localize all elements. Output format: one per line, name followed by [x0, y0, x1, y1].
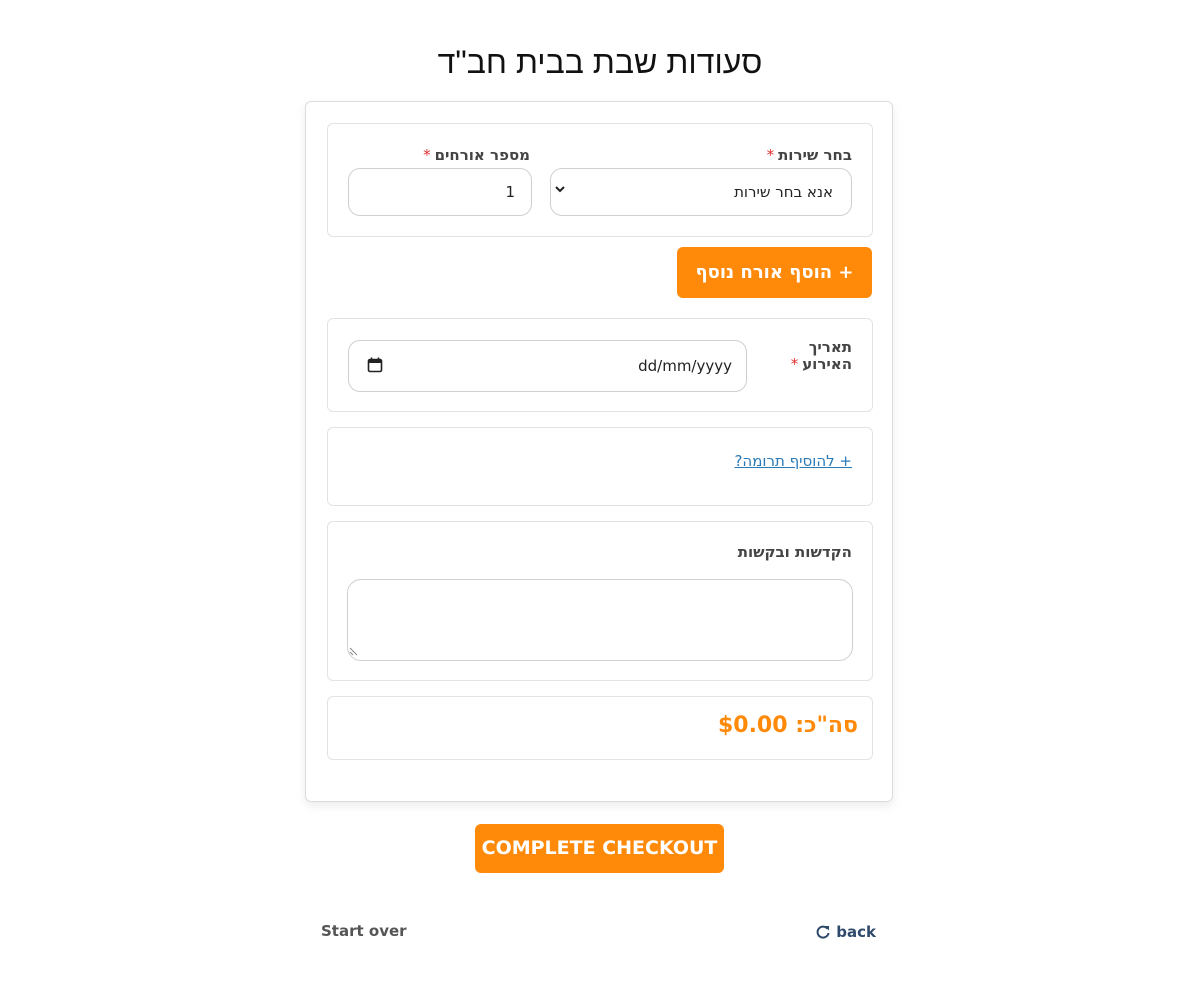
- back-link[interactable]: back: [815, 923, 876, 944]
- event-date-input[interactable]: dd/mm/yyyy: [348, 340, 747, 392]
- redo-arrow-icon: [815, 924, 831, 944]
- required-mark: *: [766, 146, 775, 164]
- page-title: סעודות שבת בבית חב"ד: [437, 44, 763, 80]
- start-over-link[interactable]: Start over: [321, 922, 407, 940]
- service-guests-section: בחר שירות* אנא בחר שירות מספר אורחים* 1: [327, 123, 873, 237]
- back-label: back: [836, 923, 876, 941]
- event-date-section: תאריך האירוע* dd/mm/yyyy: [327, 318, 873, 412]
- guests-count-input[interactable]: 1: [348, 168, 532, 216]
- guests-label: מספר אורחים*: [423, 146, 530, 164]
- complete-checkout-button[interactable]: COMPLETE CHECKOUT: [475, 824, 724, 873]
- dedications-textarea[interactable]: [347, 579, 853, 661]
- dedications-label: הקדשות ובקשות: [737, 543, 852, 561]
- checkout-form-card: בחר שירות* אנא בחר שירות מספר אורחים* 1 …: [305, 101, 893, 802]
- add-donation-link[interactable]: + להוסיף תרומה?: [734, 452, 852, 470]
- total-section: סה"כ: $0.00: [327, 696, 873, 760]
- chevron-down-icon: [555, 183, 565, 197]
- resize-handle-icon[interactable]: [349, 642, 359, 660]
- required-mark: *: [790, 355, 799, 373]
- total-amount: סה"כ: $0.00: [717, 713, 858, 738]
- dedications-section: הקדשות ובקשות: [327, 521, 873, 681]
- service-label: בחר שירות*: [766, 146, 852, 164]
- add-guest-button[interactable]: + הוסף אורח נוסף: [677, 247, 872, 298]
- donation-section: + להוסיף תרומה?: [327, 427, 873, 506]
- service-select[interactable]: אנא בחר שירות: [550, 168, 852, 216]
- calendar-icon[interactable]: [367, 357, 383, 377]
- required-mark: *: [423, 146, 431, 164]
- event-date-label: תאריך האירוע*: [790, 338, 852, 373]
